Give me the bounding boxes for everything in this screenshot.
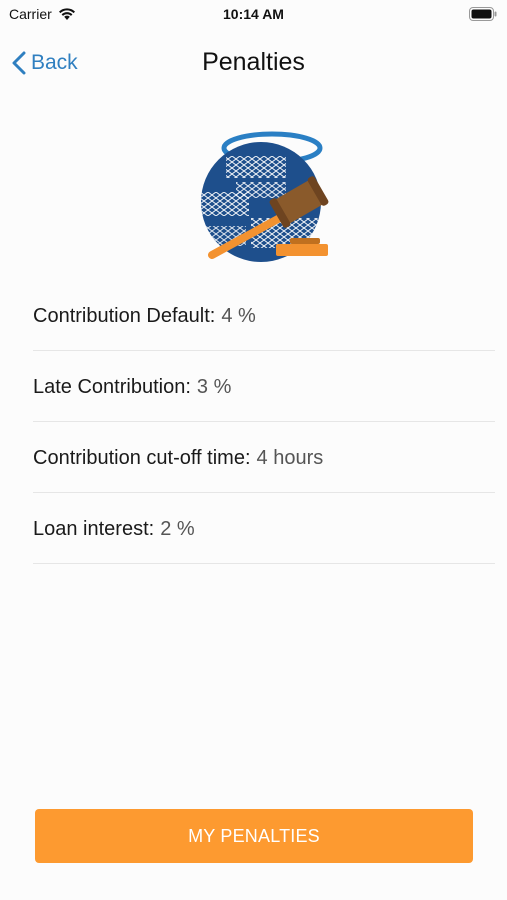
penalty-row-cutoff-time: Contribution cut-off time: 4 hours — [33, 422, 495, 493]
status-bar: Carrier 10:14 AM — [0, 0, 507, 30]
penalty-value: 4 % — [221, 304, 256, 327]
page-title: Penalties — [202, 48, 305, 76]
globe-with-gavel-icon — [201, 131, 329, 262]
navigation-bar: Back Penalties — [0, 36, 507, 92]
penalty-label: Contribution cut-off time: — [33, 446, 251, 469]
penalty-value: 3 % — [196, 375, 232, 398]
battery-icon — [469, 7, 497, 21]
logo — [196, 126, 332, 266]
penalty-label: Loan interest: — [33, 517, 155, 540]
penalty-value: 4 hours — [256, 446, 324, 469]
penalty-row-late-contribution: Late Contribution: 3 % — [33, 351, 495, 422]
penalty-label: Late Contribution: — [33, 375, 191, 398]
penalty-row-contribution-default: Contribution Default: 4 % — [33, 280, 495, 351]
penalty-value: 2 % — [160, 517, 195, 540]
my-penalties-button[interactable]: MY PENALTIES — [35, 809, 473, 863]
penalty-label: Contribution Default: — [33, 304, 216, 327]
penalty-list: Contribution Default: 4 % Late Contribut… — [33, 280, 495, 564]
status-time: 10:14 AM — [223, 6, 284, 22]
penalty-row-loan-interest: Loan interest: 2 % — [33, 493, 495, 564]
